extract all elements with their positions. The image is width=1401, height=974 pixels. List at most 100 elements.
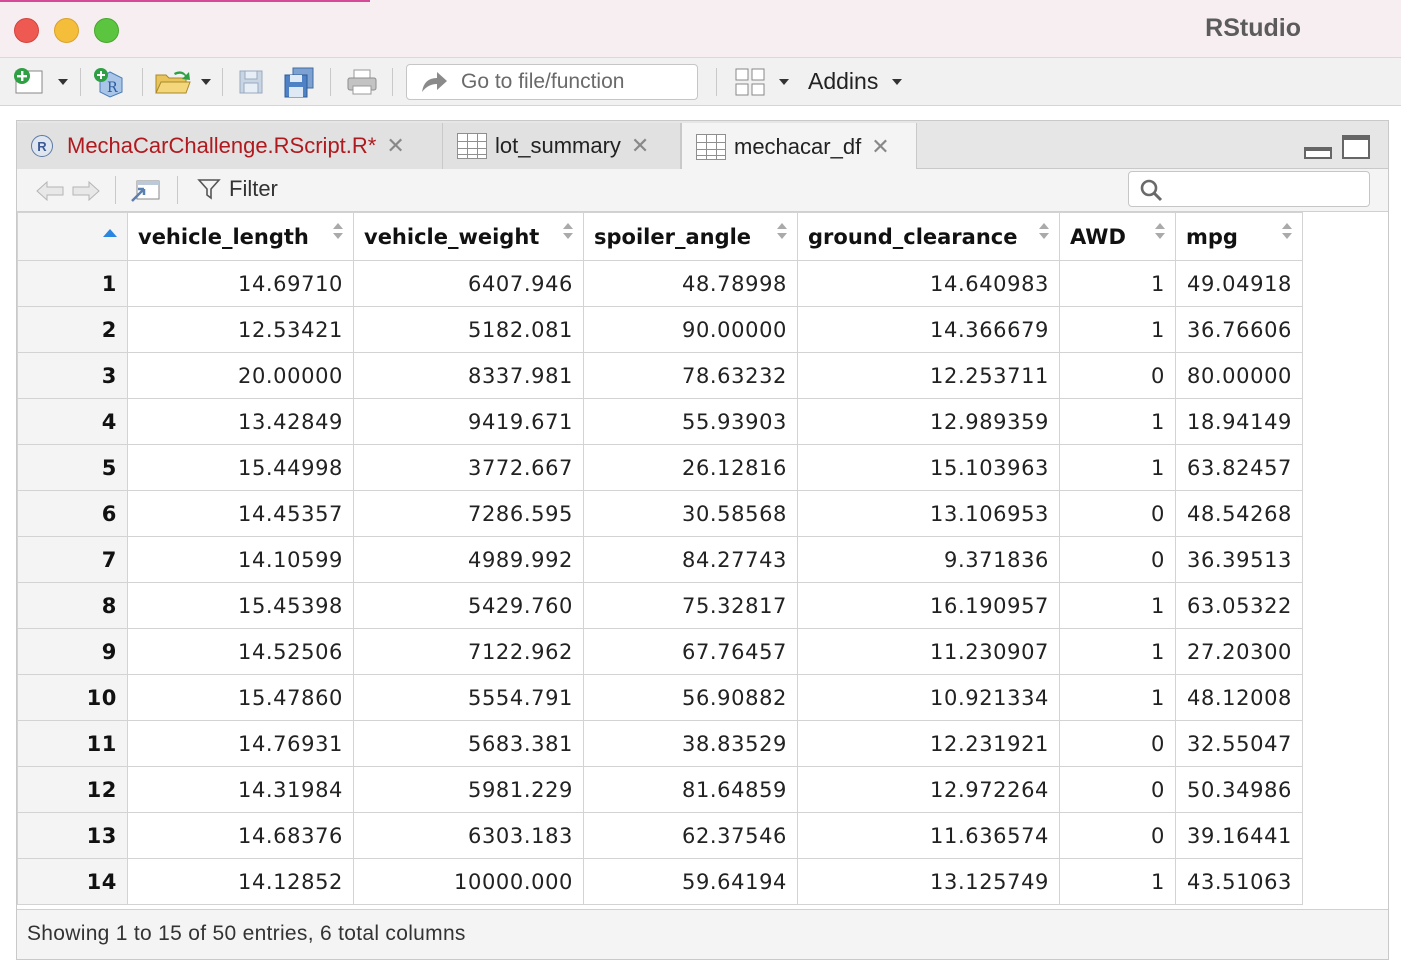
go-to-file-input[interactable] — [461, 70, 691, 94]
row-number: 6 — [17, 490, 128, 537]
open-file-button[interactable] — [150, 66, 196, 98]
table-cell: 84.27743 — [583, 536, 798, 583]
table-row: 7 14.10599 4989.992 84.27743 9.371836 0 36.395… — [17, 536, 1303, 583]
save-icon — [239, 70, 263, 94]
workspace-panes-dropdown[interactable] — [776, 66, 792, 98]
table-cell: 67.76457 — [583, 628, 798, 675]
column-header[interactable]: vehicle_weight — [353, 212, 584, 261]
new-project-button[interactable]: R — [88, 66, 132, 98]
chevron-down-icon — [892, 78, 903, 85]
table-cell: 49.04918 — [1175, 260, 1303, 307]
window-zoom-button[interactable] — [94, 18, 119, 43]
header-row: vehicle_length vehicle_weight spoiler_angl… — [17, 212, 1303, 261]
tab-label: mechacar_df — [734, 133, 862, 159]
filter-icon — [197, 179, 221, 200]
close-icon[interactable]: ✕ — [386, 133, 404, 159]
column-header-label: vehicle_length — [138, 224, 309, 249]
table-cell: 55.93903 — [583, 398, 798, 445]
table-cell: 32.55047 — [1175, 720, 1303, 767]
table-cell: 14.10599 — [127, 536, 354, 583]
window-minimize-button[interactable] — [54, 18, 79, 43]
table-cell: 48.54268 — [1175, 490, 1303, 537]
table-cell: 78.63232 — [583, 352, 798, 399]
table-cell: 26.12816 — [583, 444, 798, 491]
table-cell: 3772.667 — [353, 444, 584, 491]
addins-menu[interactable]: Addins — [808, 68, 903, 95]
column-header-label: ground_clearance — [808, 224, 1018, 249]
table-cell: 63.05322 — [1175, 582, 1303, 629]
column-header[interactable]: mpg — [1175, 212, 1303, 261]
column-header-label: spoiler_angle — [594, 224, 752, 249]
column-header[interactable]: ground_clearance — [797, 212, 1060, 261]
close-icon[interactable]: ✕ — [871, 134, 889, 160]
window-close-button[interactable] — [14, 18, 39, 43]
print-button[interactable] — [342, 66, 382, 98]
table-cell: 5429.760 — [353, 582, 584, 629]
save-button[interactable] — [232, 66, 270, 98]
table-cell: 12.53421 — [127, 306, 354, 353]
new-file-button[interactable] — [8, 66, 48, 98]
table-cell: 7122.962 — [353, 628, 584, 675]
table-cell: 0 — [1059, 352, 1176, 399]
toolbar-divider — [716, 68, 717, 96]
row-number: 12 — [17, 766, 128, 813]
tab-mechacar-df[interactable]: mechacar_df ✕ — [681, 123, 917, 170]
table-cell: 12.989359 — [797, 398, 1060, 445]
row-number-header[interactable] — [17, 212, 128, 261]
search-box[interactable] — [1128, 171, 1370, 207]
chevron-down-icon — [779, 79, 789, 85]
toolbar-divider — [142, 68, 143, 96]
minimize-pane-icon[interactable] — [1304, 147, 1332, 159]
table-cell: 11.636574 — [797, 812, 1060, 859]
table-cell: 12.972264 — [797, 766, 1060, 813]
workspace-panes-button[interactable] — [730, 66, 770, 98]
search-icon — [1140, 179, 1163, 202]
table-cell: 20.00000 — [127, 352, 354, 399]
table-cell: 15.44998 — [127, 444, 354, 491]
table-cell: 1 — [1059, 398, 1176, 445]
source-tab-bar: R MechaCarChallenge.RScript.R* ✕ lot_sum… — [17, 121, 1388, 170]
title-bar: RStudio — [0, 0, 1401, 58]
sort-icon — [333, 223, 343, 241]
column-header-label: AWD — [1070, 224, 1126, 249]
back-forward-icons[interactable] — [33, 179, 103, 203]
close-icon[interactable]: ✕ — [631, 133, 649, 159]
filter-button[interactable]: Filter — [197, 176, 278, 202]
column-header-label: mpg — [1186, 224, 1238, 249]
column-header[interactable]: spoiler_angle — [583, 212, 798, 261]
new-file-dropdown[interactable] — [54, 66, 72, 98]
table-cell: 1 — [1059, 628, 1176, 675]
tab-mechacar-script[interactable]: R MechaCarChallenge.RScript.R* ✕ — [17, 123, 443, 169]
sort-icon — [1282, 223, 1292, 241]
tab-lot-summary[interactable]: lot_summary ✕ — [443, 123, 681, 169]
table-cell: 0 — [1059, 490, 1176, 537]
go-to-file-box[interactable] — [406, 64, 698, 100]
table-row: 8 15.45398 5429.760 75.32817 16.190957 1 63.05… — [17, 582, 1303, 629]
title-bar-accent — [0, 0, 370, 2]
search-input[interactable] — [1167, 177, 1363, 201]
table-cell: 81.64859 — [583, 766, 798, 813]
data-table: vehicle_length vehicle_weight spoiler_angl… — [17, 212, 1303, 905]
go-to-arrow-icon — [422, 72, 447, 92]
table-cell: 12.231921 — [797, 720, 1060, 767]
row-number: 14 — [17, 858, 128, 905]
maximize-pane-icon[interactable] — [1342, 135, 1370, 159]
table-cell: 6407.946 — [353, 260, 584, 307]
table-cell: 14.45357 — [127, 490, 354, 537]
toolbar-divider — [80, 68, 81, 96]
table-cell: 11.230907 — [797, 628, 1060, 675]
table-cell: 1 — [1059, 260, 1176, 307]
column-header[interactable]: vehicle_length — [127, 212, 354, 261]
show-in-window-icon[interactable] — [129, 177, 163, 205]
row-number: 1 — [17, 260, 128, 307]
toolbar-divider — [177, 176, 178, 204]
table-row: 11 14.76931 5683.381 38.83529 12.231921 0 32.5… — [17, 720, 1303, 767]
table-cell: 1 — [1059, 306, 1176, 353]
open-file-dropdown[interactable] — [198, 66, 214, 98]
chevron-down-icon — [58, 79, 68, 85]
toolbar-divider — [392, 68, 393, 96]
column-header[interactable]: AWD — [1059, 212, 1176, 261]
table-cell: 15.45398 — [127, 582, 354, 629]
save-all-button[interactable] — [278, 66, 320, 98]
table-cell: 14.31984 — [127, 766, 354, 813]
